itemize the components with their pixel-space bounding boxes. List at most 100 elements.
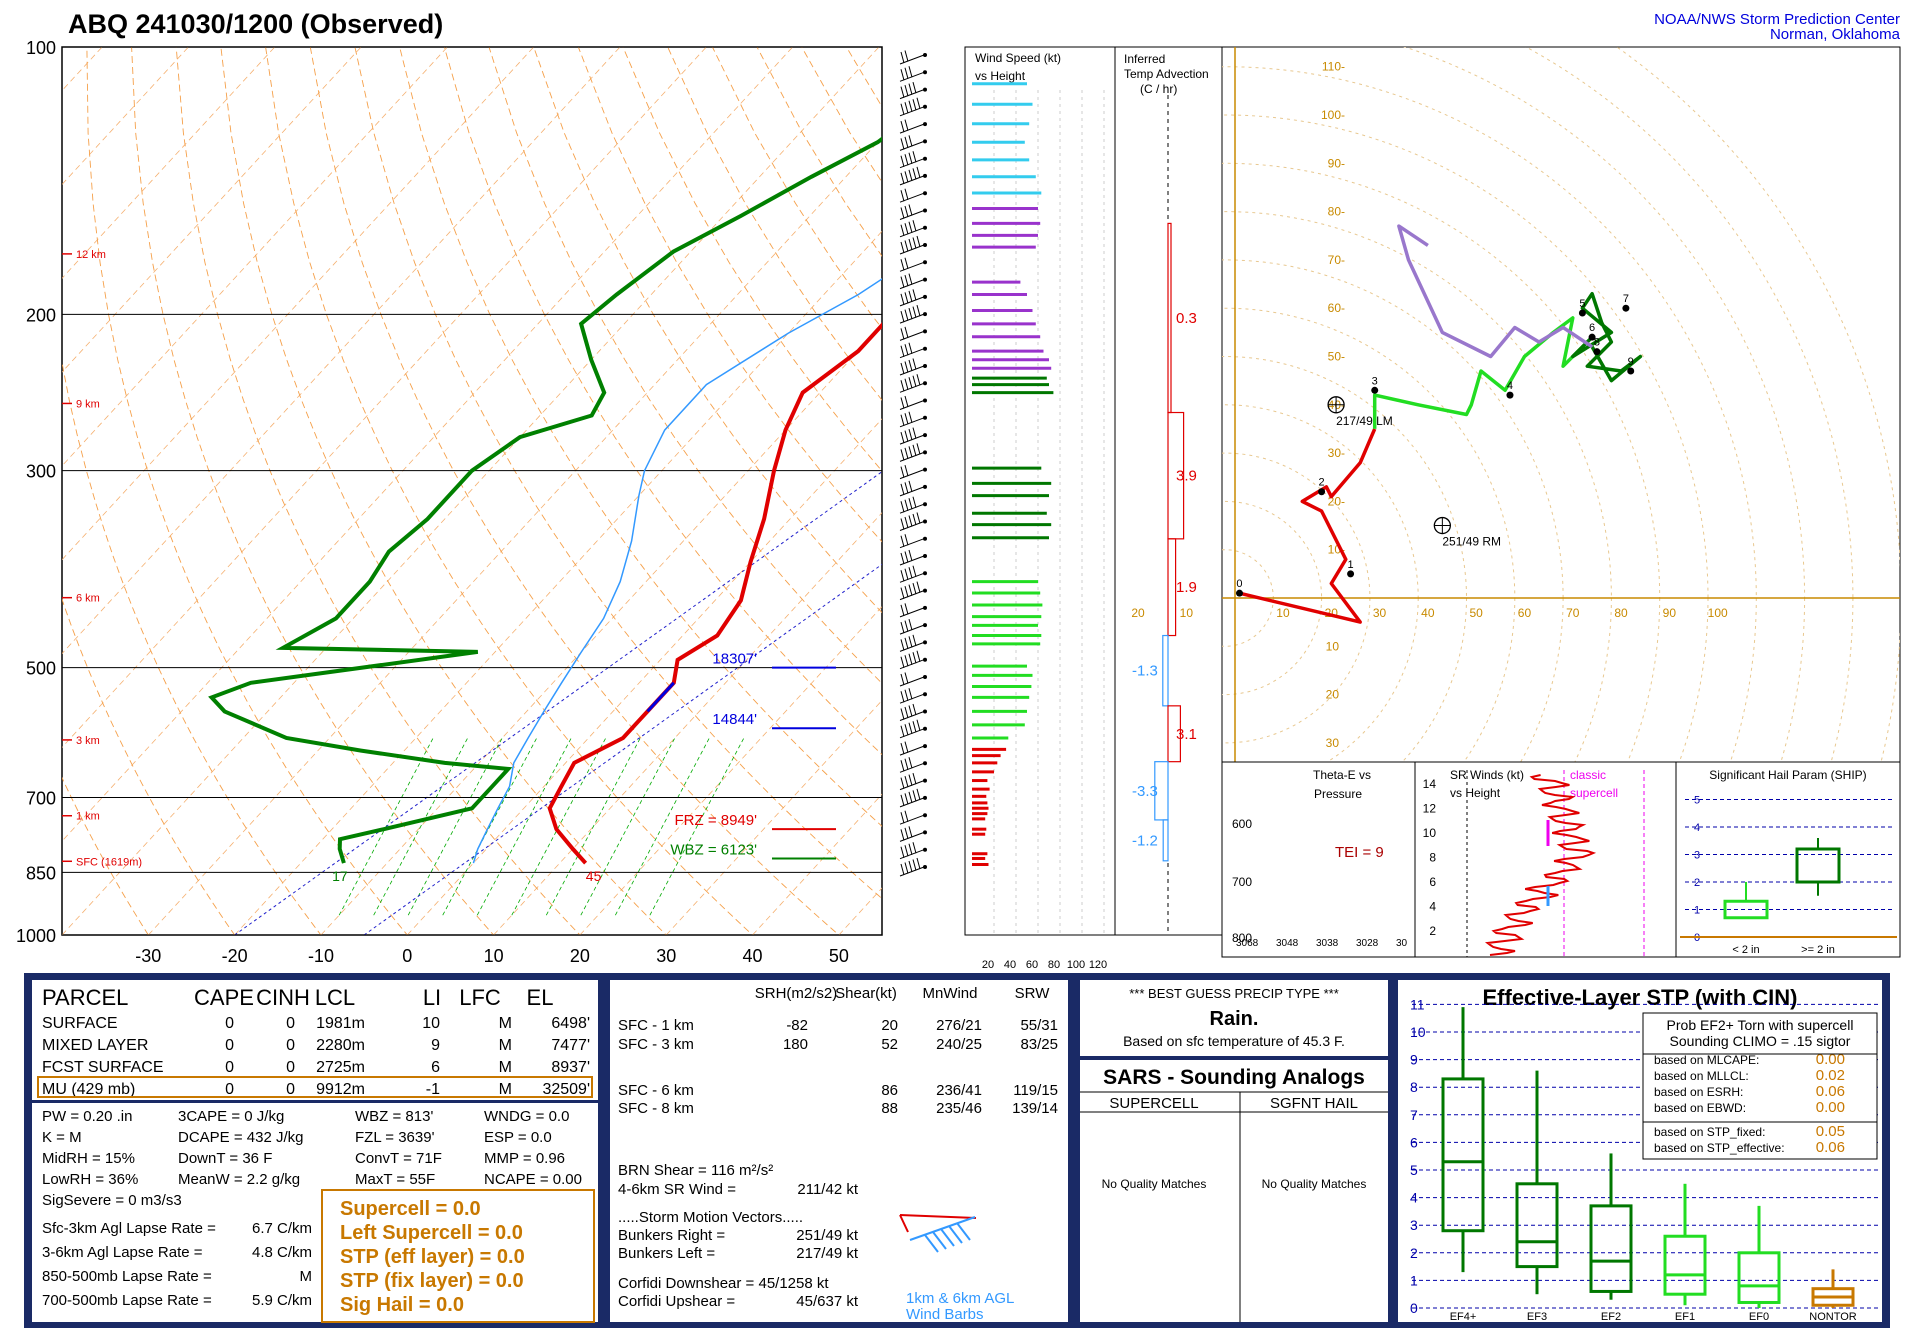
barb-flag bbox=[904, 50, 909, 62]
barb-flag bbox=[900, 570, 905, 582]
hodograph-km-dot bbox=[1506, 391, 1514, 399]
height-label: 6 km bbox=[76, 593, 100, 605]
barb-flag bbox=[908, 843, 913, 855]
barb-flag bbox=[908, 342, 913, 354]
barb-flag bbox=[912, 582, 917, 595]
wind-barb bbox=[899, 534, 927, 549]
parcel-header: CINH bbox=[256, 985, 310, 1010]
barb-flag bbox=[908, 584, 913, 596]
composite-param: Left Supercell = 0.0 bbox=[340, 1222, 523, 1244]
stp-y-tick: 4 bbox=[1410, 1190, 1418, 1206]
hodograph-x-tick: 100 bbox=[1708, 606, 1728, 620]
stp-prob-value: 0.00 bbox=[1816, 1099, 1845, 1116]
barb-flag bbox=[900, 639, 905, 651]
parcel-cell: M bbox=[499, 1015, 512, 1032]
barb-flag bbox=[912, 496, 917, 508]
barb-flag bbox=[904, 136, 909, 149]
hodograph-segment bbox=[1239, 428, 1377, 624]
stp-y-tick: 11 bbox=[1410, 996, 1425, 1012]
barb-flag bbox=[904, 706, 909, 719]
barb-flag bbox=[908, 653, 913, 665]
stp-prob-value: 0.06 bbox=[1816, 1083, 1845, 1100]
barb-station-dot bbox=[923, 484, 927, 489]
barb-flag bbox=[900, 103, 905, 115]
hodograph-trace bbox=[1239, 224, 1643, 624]
barb-station-dot bbox=[923, 381, 927, 386]
wind-barb bbox=[899, 788, 927, 808]
hodograph-km-label: 4 bbox=[1507, 380, 1513, 392]
temp-adv-segment bbox=[1162, 634, 1169, 707]
barb-flag bbox=[916, 443, 921, 455]
kinematics-cell: 86 bbox=[881, 1082, 898, 1099]
stp-prob-value: 0.02 bbox=[1816, 1067, 1845, 1084]
barb-flag bbox=[912, 790, 917, 802]
kinematics-text: Bunkers Left = bbox=[618, 1245, 715, 1262]
level-annotation: 14844' bbox=[712, 711, 757, 728]
hodograph-km-dot bbox=[1371, 386, 1379, 394]
barb-flag bbox=[900, 172, 905, 185]
ship-y-tick: 3 bbox=[1694, 850, 1700, 862]
wind-barb bbox=[899, 565, 927, 583]
barb-flag bbox=[900, 794, 905, 807]
wind-barb bbox=[899, 688, 927, 704]
temp-adv-segment bbox=[1167, 222, 1172, 414]
barb-flag bbox=[900, 69, 905, 81]
sr-y-tick: 14 bbox=[1423, 777, 1437, 791]
wind-barb bbox=[899, 719, 927, 739]
storm-motion-label: 251/49 RM bbox=[1442, 535, 1501, 549]
barb-flag bbox=[908, 722, 913, 734]
kinematics-text: Corfidi Downshear = 45/1258 kt bbox=[618, 1275, 829, 1292]
temp-tick-label: -20 bbox=[222, 946, 248, 966]
barb-flag bbox=[912, 375, 917, 387]
wind-speed-subtitle: vs Height bbox=[975, 69, 1026, 83]
sars-title: SARS - Sounding Analogs bbox=[1103, 1066, 1365, 1089]
barb-flag bbox=[904, 430, 909, 442]
wind-barb bbox=[899, 618, 927, 635]
barb-station-dot bbox=[923, 813, 927, 818]
barb-flag bbox=[904, 464, 909, 477]
parcel-cell: 1981m bbox=[316, 1015, 365, 1032]
lapse-value: 5.9 C/km bbox=[252, 1292, 312, 1309]
wind-barb bbox=[899, 464, 927, 480]
barb-station-dot bbox=[923, 588, 927, 593]
ship-category: >= 2 in bbox=[1801, 944, 1835, 956]
barb-flag bbox=[904, 655, 909, 667]
barb-flag bbox=[904, 395, 909, 408]
barb-flag bbox=[904, 568, 909, 580]
barb-flag bbox=[908, 83, 913, 95]
hodograph-y-tick: 70- bbox=[1328, 253, 1345, 267]
theta-e-panel: Theta-E vs Pressure TEI = 9 600700800306… bbox=[1221, 761, 1416, 958]
hodograph-km-label: 2 bbox=[1319, 477, 1325, 489]
barb-station-dot bbox=[923, 156, 927, 161]
barb-flag bbox=[900, 656, 905, 668]
theta-e-ticks: 6007008003068 3048 3038 3028 30 bbox=[1232, 817, 1408, 949]
hodograph-x-tick: 20 bbox=[1131, 606, 1145, 620]
barb-flag bbox=[904, 326, 909, 339]
isotherm-line bbox=[148, 136, 882, 935]
org-line2: Norman, Oklahoma bbox=[1770, 26, 1901, 43]
kinematics-cell: 52 bbox=[881, 1036, 898, 1053]
hodograph-km-label: 0 bbox=[1236, 578, 1242, 590]
barb-flag bbox=[900, 483, 905, 496]
parcel-header: LI bbox=[423, 985, 441, 1010]
ship-y-tick: 5 bbox=[1694, 795, 1700, 807]
temp-adv-value: 3.1 bbox=[1176, 726, 1197, 743]
barb-flag bbox=[900, 466, 905, 478]
barb-flag bbox=[900, 120, 905, 133]
pressure-tick-label: 200 bbox=[26, 305, 56, 325]
height-label: 12 km bbox=[76, 249, 106, 261]
isotherm-line bbox=[838, 887, 882, 935]
kinematics-cell: 119/15 bbox=[1013, 1082, 1058, 1099]
barb-flag bbox=[904, 274, 909, 287]
barb-flag bbox=[908, 791, 913, 804]
lapse-label: 3-6km Agl Lapse Rate = bbox=[42, 1244, 203, 1261]
hodograph-y-tick: 30- bbox=[1328, 446, 1345, 460]
barb-station-dot bbox=[923, 260, 927, 265]
barb-flag bbox=[916, 788, 921, 801]
barb-flag bbox=[908, 515, 913, 527]
wind-barb bbox=[899, 342, 927, 359]
hodograph-x-tick: 60 bbox=[1518, 606, 1532, 620]
index-value: ESP = 0.0 bbox=[484, 1129, 552, 1146]
ship-box-large bbox=[1795, 847, 1841, 884]
barb-flag bbox=[904, 378, 909, 390]
